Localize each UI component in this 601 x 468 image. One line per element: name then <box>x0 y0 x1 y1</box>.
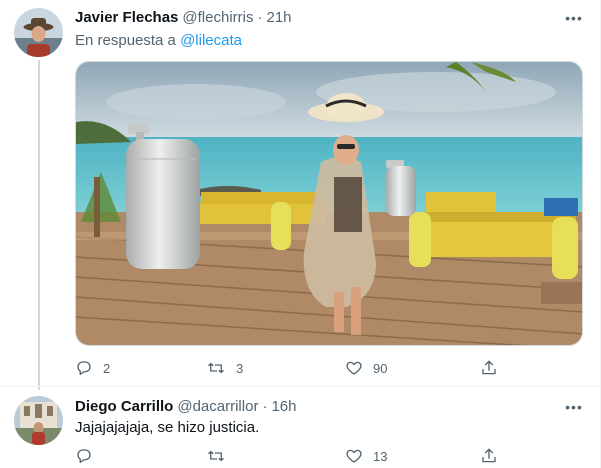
twitter-thread: Javier Flechas @flechirris · 21h ••• En … <box>0 0 601 468</box>
author-name[interactable]: Diego Carrillo <box>75 398 173 415</box>
like-icon <box>346 449 362 463</box>
avatar[interactable] <box>14 396 63 445</box>
like-icon <box>346 361 362 375</box>
tweet-photo[interactable] <box>75 61 583 346</box>
more-icon[interactable]: ••• <box>563 399 585 415</box>
separator-dot: · <box>257 9 263 26</box>
retweet-button[interactable] <box>206 447 236 465</box>
tweet-text: Jajajajajaja, se hizo justicia. <box>75 419 260 436</box>
tweet-actions: 13 <box>75 446 505 466</box>
tweet-actions: 2 3 90 <box>75 358 505 378</box>
retweet-button[interactable]: 3 <box>206 359 243 377</box>
share-button[interactable] <box>480 447 498 465</box>
beach-photo-image <box>76 62 582 345</box>
tweet-header: Javier Flechas @flechirris · 21h <box>75 9 292 26</box>
share-icon <box>482 360 496 375</box>
reply-icon <box>77 361 91 376</box>
reply-mention-link[interactable]: @lilecata <box>180 32 242 49</box>
tweet-timestamp[interactable]: 21h <box>266 9 291 26</box>
like-count: 13 <box>373 448 388 464</box>
retweet-icon <box>208 362 224 374</box>
separator-dot: · <box>262 398 268 415</box>
reply-count: 2 <box>103 360 111 376</box>
like-button[interactable]: 90 <box>345 359 387 377</box>
reply-button[interactable] <box>75 447 103 465</box>
author-handle[interactable]: @dacarrillor <box>177 398 258 415</box>
reply-icon <box>77 449 91 464</box>
reply-context: En respuesta a @lilecata <box>75 32 242 49</box>
retweet-count: 3 <box>236 360 244 376</box>
tweet-header: Diego Carrillo @dacarrillor · 16h <box>75 398 296 415</box>
author-handle[interactable]: @flechirris <box>182 9 253 26</box>
tweet-timestamp[interactable]: 16h <box>271 398 296 415</box>
reply-button[interactable]: 2 <box>75 359 110 377</box>
tweet-divider <box>0 386 601 387</box>
more-icon[interactable]: ••• <box>563 10 585 26</box>
reply-prefix: En respuesta a <box>75 32 181 49</box>
share-button[interactable] <box>480 359 498 377</box>
like-button[interactable]: 13 <box>345 447 387 465</box>
author-name[interactable]: Javier Flechas <box>75 9 178 26</box>
avatar[interactable] <box>14 8 63 57</box>
share-icon <box>482 448 496 463</box>
thread-connector <box>38 60 40 390</box>
retweet-icon <box>208 450 224 462</box>
like-count: 90 <box>373 360 388 376</box>
